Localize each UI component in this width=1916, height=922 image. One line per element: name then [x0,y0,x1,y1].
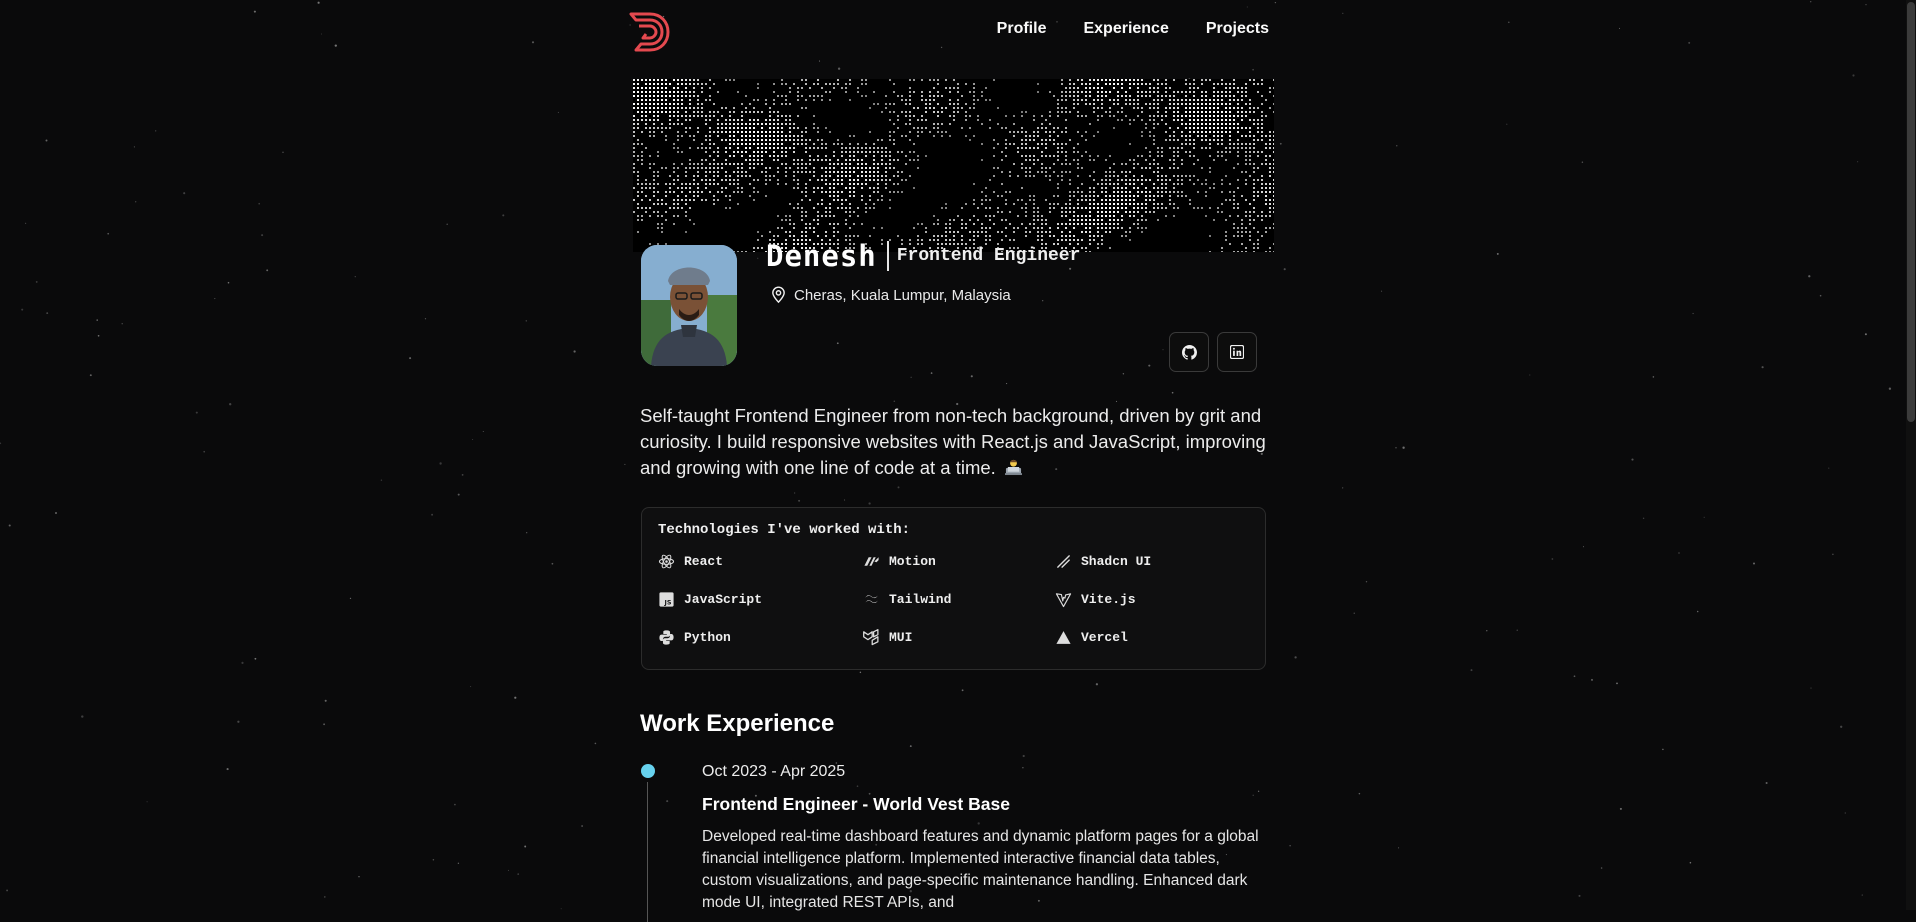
vite-icon [1055,593,1072,608]
tailwind-icon [865,595,878,604]
profile-banner [633,79,1274,252]
technologies-title: Technologies I've worked with: [658,522,911,538]
work-experience-heading: Work Experience [640,710,835,737]
tech-label: Vercel [1081,630,1128,645]
motion-icon [864,557,879,566]
tech-item-shadcn: Shadcn UI [1055,553,1151,570]
timeline-dot [641,764,655,778]
tech-item-mui: MUI [863,629,912,646]
scrollbar-thumb[interactable] [1907,2,1915,422]
map-pin-icon [772,286,785,304]
tech-item-tailwind: Tailwind [863,591,951,608]
tech-item-vite: Vite.js [1055,591,1136,608]
vercel-icon [1056,631,1071,644]
page-scrollbar[interactable] [1906,0,1916,910]
tech-label: Vite.js [1081,592,1136,607]
javascript-icon: JS [659,592,674,607]
tech-label: JavaScript [684,592,763,607]
github-icon [1181,344,1197,360]
tech-label: Shadcn UI [1081,554,1152,569]
avatar-photo [641,245,737,366]
mui-icon [863,629,879,646]
linkedin-icon [1230,345,1244,359]
nav-link-experience[interactable]: Experience [1083,20,1168,38]
tech-item-javascript: JS JavaScript [658,591,762,608]
banner-dither-image [633,79,1274,252]
tech-label: MUI [889,630,913,645]
nav-link-profile[interactable]: Profile [997,20,1047,38]
tech-label: Python [684,630,731,645]
technologist-emoji-icon [1004,459,1022,476]
tech-item-vercel: Vercel [1055,629,1128,646]
avatar [641,245,737,366]
tech-label: Motion [889,554,936,569]
nav-link-projects[interactable]: Projects [1206,20,1269,38]
tech-item-motion: Motion [863,553,936,570]
profile-heading: Denesh Frontend Engineer [766,239,1080,273]
linkedin-button[interactable] [1217,332,1257,372]
location-text: Cheras, Kuala Lumpur, Malaysia [794,286,1011,304]
tech-label: Tailwind [889,592,952,607]
heading-divider [886,241,889,271]
shadcn-icon [1057,555,1070,568]
tech-item-react: React [658,553,723,570]
profile-bio: Self-taught Frontend Engineer from non-t… [640,403,1270,481]
tech-item-python: Python [658,629,731,646]
tech-label: React [684,554,724,569]
job-date: Oct 2023 - Apr 2025 [702,763,846,780]
svg-text:JS: JS [664,598,672,606]
main-nav: Profile Experience Projects [997,20,1269,38]
logo-icon[interactable] [628,12,670,52]
job-title: Frontend Engineer - World Vest Base [702,794,1010,814]
github-button[interactable] [1169,332,1209,372]
profile-name: Denesh [766,239,877,273]
react-icon [658,554,675,569]
timeline-line [647,782,648,922]
python-icon [659,630,674,645]
job-description: Developed real-time dashboard features a… [702,828,1259,911]
technologies-card: Technologies I've worked with: React Mot… [641,507,1266,670]
profile-location: Cheras, Kuala Lumpur, Malaysia [770,286,1011,304]
bio-text: Self-taught Frontend Engineer from non-t… [640,405,1266,478]
profile-role: Frontend Engineer [896,246,1081,266]
